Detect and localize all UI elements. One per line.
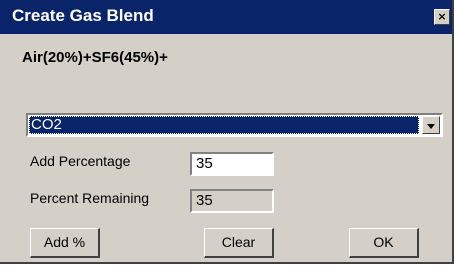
create-gas-blend-dialog: Create Gas Blend × Air(20%)+SF6(45%)+ CO… bbox=[0, 0, 454, 264]
dropdown-arrow-icon[interactable] bbox=[422, 116, 440, 134]
ok-button[interactable]: OK bbox=[349, 228, 419, 258]
gas-select[interactable]: CO2 bbox=[26, 113, 443, 137]
dialog-title: Create Gas Blend bbox=[12, 6, 154, 25]
close-button[interactable]: × bbox=[434, 9, 450, 25]
add-percentage-input[interactable]: 35 bbox=[190, 152, 274, 176]
close-icon: × bbox=[437, 10, 447, 23]
clear-button[interactable]: Clear bbox=[204, 228, 274, 258]
gas-select-value: CO2 bbox=[29, 116, 419, 134]
blend-formula: Air(20%)+SF6(45%)+ bbox=[22, 49, 168, 66]
add-percentage-label: Add Percentage bbox=[30, 153, 131, 169]
title-bar: Create Gas Blend × bbox=[0, 0, 452, 34]
percent-remaining-label: Percent Remaining bbox=[30, 190, 150, 206]
add-percent-button[interactable]: Add % bbox=[30, 228, 100, 258]
percent-remaining-field: 35 bbox=[190, 189, 274, 213]
